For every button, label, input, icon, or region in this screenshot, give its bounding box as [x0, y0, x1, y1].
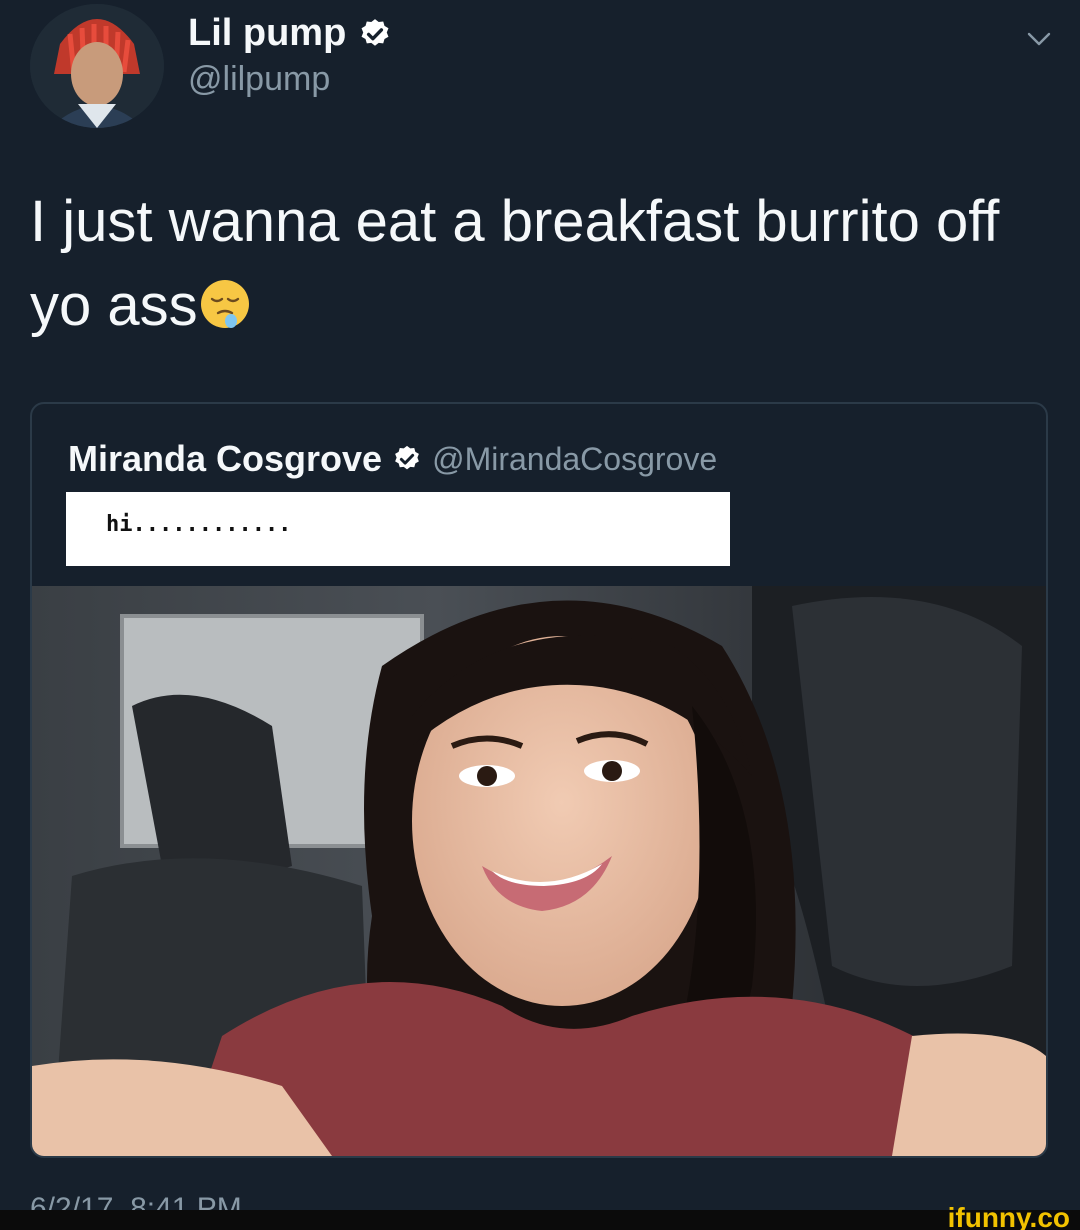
- quoted-tweet-photo[interactable]: [32, 586, 1046, 1156]
- quoted-author-name: Miranda Cosgrove: [68, 438, 383, 479]
- author-name[interactable]: Lil pump: [188, 12, 346, 55]
- watermark-bar: ifunny.co: [0, 1204, 1080, 1230]
- quoted-tweet-card[interactable]: Miranda Cosgrove @MirandaCosgrove hi....…: [30, 402, 1048, 1158]
- author-name-row: Lil pump: [188, 12, 392, 55]
- avatar-image: [30, 4, 164, 128]
- author-handle[interactable]: @lilpump: [188, 60, 330, 99]
- quoted-tweet-text: hi............: [106, 512, 292, 537]
- tweet-text: I just wanna eat a breakfast burrito off…: [30, 180, 1040, 348]
- quoted-author-handle: @MirandaCosgrove: [432, 440, 718, 477]
- drooling-face-icon: [200, 280, 249, 328]
- quoted-tweet-header: Miranda Cosgrove @MirandaCosgrove: [68, 438, 717, 480]
- ifunny-watermark: ifunny.co: [947, 1202, 1070, 1230]
- tweet-text-content: I just wanna eat a breakfast burrito off…: [30, 189, 1000, 338]
- quoted-tweet-text-box: hi............: [66, 492, 730, 566]
- verified-badge-icon: [361, 18, 389, 46]
- tweet-screenshot: Lil pump @lilpump I just wanna eat a bre…: [0, 0, 1080, 1230]
- author-avatar[interactable]: [30, 4, 164, 128]
- chevron-down-icon[interactable]: [1026, 26, 1052, 52]
- verified-badge-icon: [395, 445, 419, 470]
